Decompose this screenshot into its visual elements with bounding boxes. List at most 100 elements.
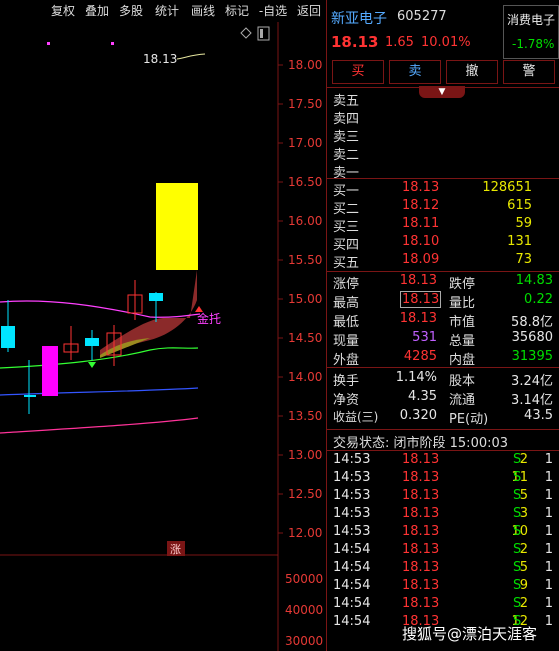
ask-label: 卖二: [333, 148, 360, 163]
stat-value: 35680: [511, 330, 553, 345]
ask-label: 卖四: [333, 112, 360, 127]
ma-line-magenta: [0, 300, 201, 318]
sector-box[interactable]: 消费电子 -1.78%: [503, 5, 559, 59]
sector-name: 消费电子: [507, 13, 556, 27]
tick-t: 14:54: [333, 614, 371, 629]
fund-label: 股本: [449, 374, 476, 389]
current-price: 18.13: [331, 33, 379, 51]
bid-label: 买四: [333, 238, 360, 253]
price-tick: 17.50: [288, 97, 322, 111]
bid-price: 18.13: [402, 180, 440, 195]
tick-row: 14:54 18.13 9 S 1: [327, 578, 559, 596]
bid-book: 买一 18.13 128651 买二 18.12 615 买三 18.11 59…: [327, 180, 559, 272]
stat-label: 外盘: [333, 353, 360, 368]
stat-value: 0.22: [524, 292, 553, 307]
price-tick: 16.50: [288, 175, 322, 189]
volume-axis: 50000 40000 30000: [285, 572, 323, 648]
marker-dot: [47, 42, 50, 45]
panel-toggle-icon[interactable]: [257, 26, 270, 41]
tick-n: 1: [544, 542, 553, 557]
sell-button[interactable]: 卖: [389, 60, 441, 84]
tick-p: 18.13: [402, 578, 440, 593]
stat-label: 量比: [449, 296, 476, 311]
bid-label: 买一: [333, 184, 360, 199]
stock-code: 605277: [397, 9, 447, 24]
tick-s: S: [513, 470, 522, 485]
candle-down: [149, 293, 163, 301]
candle-limit-up: [156, 183, 198, 270]
ma-line-green: [0, 347, 199, 369]
tick-p: 18.13: [402, 452, 440, 467]
fund-label: 收益(三): [333, 410, 379, 424]
bid-price: 18.11: [402, 216, 440, 231]
price-tick: 17.00: [288, 136, 322, 150]
stat-label: 现量: [333, 334, 360, 349]
diamond-icon[interactable]: [240, 27, 252, 39]
tick-row: 14:54 18.13 5 S 1: [327, 560, 559, 578]
stat-value: 31395: [511, 349, 553, 364]
volume-tick: 30000: [285, 634, 323, 648]
bid-price: 18.12: [402, 198, 440, 213]
tick-list[interactable]: 14:53 18.13 2 S 1 14:53 18.13 11 S 1 14:53 18.13 5 S 1…: [327, 452, 559, 651]
ask-label: 卖五: [333, 94, 360, 109]
stat-label: 总量: [449, 334, 476, 349]
tick-n: 1: [544, 506, 553, 521]
down-arrow-icon: [88, 362, 96, 368]
tick-s: S: [513, 560, 522, 575]
marker-dot: [111, 42, 114, 45]
cancel-order-button[interactable]: 撤: [446, 60, 498, 84]
fund-value: 43.5: [524, 408, 553, 423]
tick-s: S: [513, 452, 522, 467]
tick-s: S: [513, 542, 522, 557]
bid-label: 买五: [333, 256, 360, 271]
ask-label: 卖三: [333, 130, 360, 145]
stat-value: 14.83: [515, 273, 553, 288]
stat-value: 4285: [403, 349, 437, 364]
quote-panel: 新亚电子 605277 消费电子 -1.78% 18.13 1.65 10.01…: [326, 0, 559, 651]
tick-t: 14:53: [333, 470, 371, 485]
stat-value: 18.13: [399, 311, 437, 326]
tick-row: 14:54 18.13 2 S 1: [327, 542, 559, 560]
stat-label: 最高: [333, 296, 360, 311]
buy-button[interactable]: 买: [332, 60, 384, 84]
tick-n: 1: [544, 488, 553, 503]
stat-label: 涨停: [333, 277, 360, 292]
bid-price: 18.09: [402, 252, 440, 267]
tick-t: 14:54: [333, 596, 371, 611]
last-price-label: 18.13: [143, 52, 177, 66]
tick-t: 14:53: [333, 524, 371, 539]
ma-line-blue: [0, 387, 199, 396]
stat-label: 内盘: [449, 353, 476, 368]
tick-row: 14:53 18.13 10 S 1: [327, 524, 559, 542]
price-tick: 12.50: [288, 487, 322, 501]
fund-label: 流通: [449, 393, 476, 408]
signal-label: 金托: [197, 311, 221, 326]
tick-t: 14:54: [333, 578, 371, 593]
candle-down: [24, 395, 36, 397]
price-change-pct: 10.01%: [421, 35, 471, 50]
stat-label: 最低: [333, 315, 360, 330]
fund-label: 净资: [333, 393, 360, 408]
bid-volume: 59: [515, 216, 532, 231]
tick-n: 1: [544, 524, 553, 539]
fund-value: 3.14亿: [511, 393, 553, 408]
price-tick: 15.50: [288, 253, 322, 267]
fund-value: 0.320: [399, 408, 437, 423]
tick-n: 1: [544, 452, 553, 467]
divider: [327, 429, 559, 430]
tick-s: S: [513, 596, 522, 611]
candle-down: [1, 326, 15, 348]
tick-p: 18.13: [402, 596, 440, 611]
price-change: 1.65: [385, 35, 414, 50]
tick-p: 18.13: [402, 524, 440, 539]
price-tick: 13.50: [288, 409, 322, 423]
tick-t: 14:53: [333, 506, 371, 521]
tick-p: 18.13: [402, 470, 440, 485]
divider: [327, 271, 559, 272]
kline-chart[interactable]: 金托 18.13 涨 18.00 17.50 17.00 16.50 16.00…: [0, 0, 326, 651]
stat-value: 18.13: [399, 273, 437, 288]
alert-button[interactable]: 警: [503, 60, 555, 84]
stat-value: 18.13: [400, 291, 442, 308]
tick-s: S: [513, 524, 522, 539]
tick-n: 1: [544, 614, 553, 629]
